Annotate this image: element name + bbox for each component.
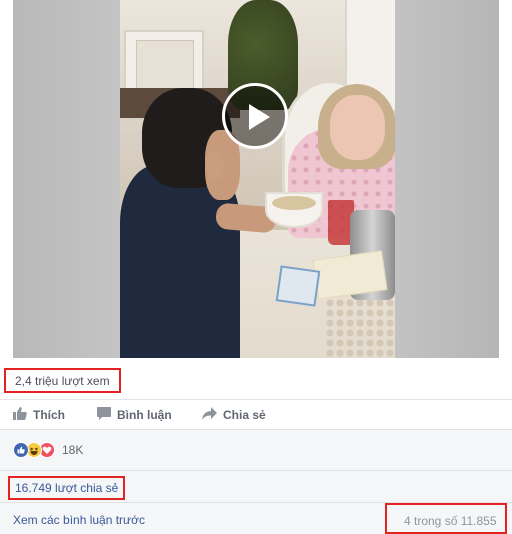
comment-pager: 4 trong số 11.855 [385,503,507,534]
reaction-summary[interactable]: 18K [13,440,83,460]
scene-lace [325,298,395,358]
share-label: Chia sẻ [223,408,266,422]
play-button[interactable] [222,83,288,149]
comment-button[interactable]: Bình luận [97,400,172,430]
action-bar: Thích Bình luận Chia sẻ [0,400,512,430]
reaction-count: 18K [62,443,84,457]
scene-bowl-food [272,196,316,210]
divider [0,470,512,471]
like-label: Thích [33,408,65,422]
scene-man-ear [206,150,224,180]
facebook-video-post: 2,4 triệu lượt xem Thích Bình luận Chia … [0,0,512,534]
like-reaction-icon [13,442,29,458]
comment-icon [97,407,111,423]
view-count: 2,4 triệu lượt xem [4,368,121,393]
video-letterbox-left [13,0,120,358]
share-button[interactable]: Chia sẻ [202,400,266,430]
views-row: 2,4 triệu lượt xem [0,358,512,400]
play-icon [249,104,270,130]
scene-woman-face [330,95,385,160]
share-arrow-icon [202,407,217,423]
comment-label: Bình luận [117,408,172,422]
share-count-link[interactable]: 16.749 lượt chia sẻ [8,476,126,500]
video-letterbox-right [395,0,499,358]
video-player[interactable] [13,0,499,358]
feedback-area: 18K 16.749 lượt chia sẻ Xem các bình luậ… [0,430,512,534]
view-previous-comments-link[interactable]: Xem các bình luận trước [13,513,145,527]
thumbs-up-icon [13,407,27,423]
scene-phone-box [275,265,321,307]
video-frame[interactable] [120,0,395,358]
like-button[interactable]: Thích [13,400,65,430]
